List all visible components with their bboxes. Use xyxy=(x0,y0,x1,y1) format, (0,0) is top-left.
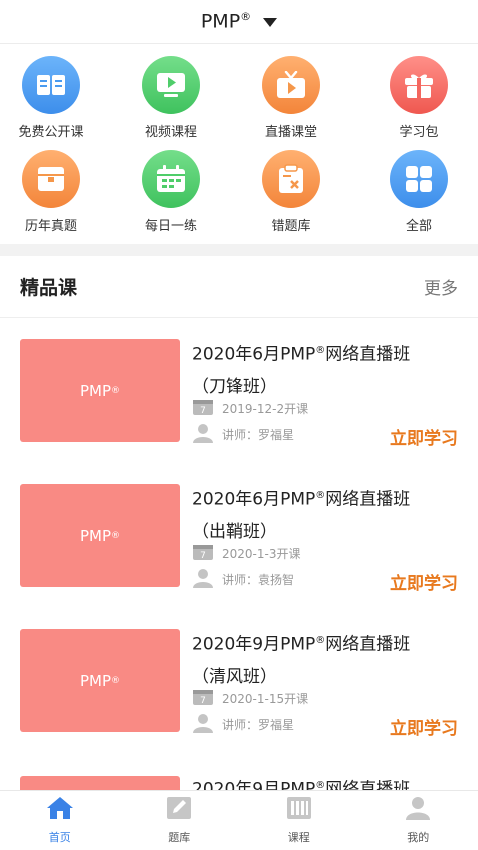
category-free-open-class[interactable]: 免费公开课 xyxy=(0,56,111,148)
course-thumbnail: PMP ® xyxy=(20,629,180,732)
tab-courses[interactable]: 课程 xyxy=(239,791,359,850)
open-book-icon xyxy=(22,56,80,114)
subject-selector[interactable]: PMP® xyxy=(201,10,251,32)
tab-question-bank[interactable]: 题库 xyxy=(120,791,240,850)
category-label: 视频课程 xyxy=(144,125,197,140)
category-label: 直播课堂 xyxy=(264,125,317,140)
course-card[interactable]: PMP ® 2020年9月PMP®网络直播班 （清风班） 7 2020-1-15开课… xyxy=(0,615,478,760)
category-live-class[interactable]: 直播课堂 xyxy=(231,56,351,148)
category-wrong-questions[interactable]: 错题库 xyxy=(231,150,351,242)
calendar-icon: 7 xyxy=(192,398,214,419)
edit-pencil-icon xyxy=(166,796,192,824)
course-title: 2020年9月PMP®网络直播班 （清风班） xyxy=(192,634,411,687)
course-date: 7 2020-1-15开课 xyxy=(192,688,308,709)
study-now-button[interactable]: 立即学习 xyxy=(390,424,458,449)
user-icon xyxy=(405,796,431,824)
calendar-icon: 7 xyxy=(192,543,214,564)
course-thumbnail xyxy=(20,776,180,790)
user-icon xyxy=(192,568,214,591)
subject-title: PMP xyxy=(200,10,241,33)
svg-text:7: 7 xyxy=(200,696,206,706)
category-daily-practice[interactable]: 每日一练 xyxy=(111,150,231,242)
study-now-button[interactable]: 立即学习 xyxy=(390,714,458,739)
course-teacher: 讲师：罗福星 xyxy=(192,423,294,446)
calendar-icon: 7 xyxy=(192,688,214,709)
category-study-pack[interactable]: 学习包 xyxy=(359,56,478,148)
gift-box-icon xyxy=(390,56,448,114)
video-play-icon xyxy=(142,56,200,114)
svg-text:7: 7 xyxy=(200,406,206,416)
category-label: 免费公开课 xyxy=(18,125,84,140)
course-card[interactable]: PMP ® 2020年6月PMP®网络直播班 （出鞘班） 7 2020-1-3开课 … xyxy=(0,470,478,615)
calendar-icon xyxy=(142,150,200,208)
study-now-button[interactable]: 立即学习 xyxy=(390,569,458,594)
featured-section-header: 精品课 更多 xyxy=(0,256,478,318)
tab-label: 我的 xyxy=(407,831,430,844)
tab-label: 课程 xyxy=(287,831,310,844)
category-label: 历年真题 xyxy=(24,219,77,234)
dropdown-caret-icon[interactable] xyxy=(263,18,278,27)
bottom-tab-bar: 首页 题库 课程 我的 xyxy=(0,790,478,850)
category-video-courses[interactable]: 视频课程 xyxy=(111,56,231,148)
svg-text:7: 7 xyxy=(200,551,206,561)
category-past-exams[interactable]: 历年真题 xyxy=(0,150,111,242)
user-icon xyxy=(192,423,214,446)
category-label: 每日一练 xyxy=(144,219,197,234)
tab-profile[interactable]: 我的 xyxy=(359,791,478,850)
live-tv-icon xyxy=(262,56,320,114)
tab-label: 题库 xyxy=(168,831,191,844)
course-title: 2020年9月PMP®网络直播班 xyxy=(192,779,411,790)
course-card[interactable]: 2020年9月PMP®网络直播班 xyxy=(0,760,478,790)
user-icon xyxy=(192,713,214,736)
category-grid: 免费公开课 视频课程 直播课堂 学习包 历年真题 每日一练 错题库 全部 xyxy=(0,44,478,244)
tab-label: 首页 xyxy=(48,831,71,844)
course-teacher: 讲师：袁扬智 xyxy=(192,568,294,591)
course-date: 7 2019-12-2开课 xyxy=(192,398,308,419)
registered-mark: ® xyxy=(240,10,252,24)
category-label: 学习包 xyxy=(399,125,439,140)
category-label: 错题库 xyxy=(271,219,311,234)
archive-box-icon xyxy=(22,150,80,208)
course-date: 7 2020-1-3开课 xyxy=(192,543,300,564)
tab-home[interactable]: 首页 xyxy=(0,791,120,850)
section-divider xyxy=(0,244,478,256)
home-icon xyxy=(46,796,74,824)
course-title: 2020年6月PMP®网络直播班 （刀锋班） xyxy=(192,344,411,397)
grid-four-icon xyxy=(390,150,448,208)
clipboard-x-icon xyxy=(262,150,320,208)
course-thumbnail: PMP ® xyxy=(20,484,180,587)
category-label: 全部 xyxy=(405,219,432,234)
course-title: 2020年6月PMP®网络直播班 （出鞘班） xyxy=(192,489,411,542)
course-card[interactable]: PMP ® 2020年6月PMP®网络直播班 （刀锋班） 7 2019-12-2开课… xyxy=(0,325,478,470)
course-teacher: 讲师：罗福星 xyxy=(192,713,294,736)
section-title: 精品课 xyxy=(20,277,78,299)
category-all[interactable]: 全部 xyxy=(359,150,478,242)
top-bar: PMP® xyxy=(0,0,478,44)
more-link[interactable]: 更多 xyxy=(424,274,458,299)
books-icon xyxy=(286,796,312,824)
course-thumbnail: PMP ® xyxy=(20,339,180,442)
